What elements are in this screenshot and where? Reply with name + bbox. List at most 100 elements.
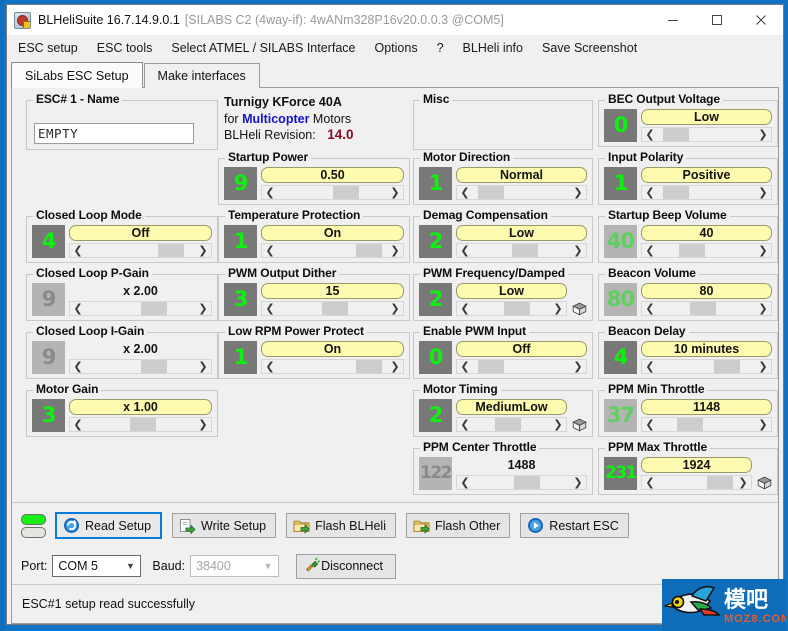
menu-esc-setup[interactable]: ESC setup xyxy=(18,41,78,55)
menu-select-interface[interactable]: Select ATMEL / SILABS Interface xyxy=(171,41,355,55)
slider-left-arrow-icon[interactable]: ❮ xyxy=(642,475,658,490)
slider-track[interactable] xyxy=(278,243,387,258)
setting-slider[interactable]: ❮ ❯ xyxy=(261,184,404,200)
slider-thumb[interactable] xyxy=(513,475,540,490)
slider-thumb[interactable] xyxy=(662,127,689,142)
slider-right-arrow-icon[interactable]: ❯ xyxy=(195,359,211,374)
slider-thumb[interactable] xyxy=(477,359,504,374)
setting-slider[interactable]: ❮ ❯ xyxy=(69,416,212,432)
slider-right-arrow-icon[interactable]: ❯ xyxy=(755,417,771,432)
slider-left-arrow-icon[interactable]: ❮ xyxy=(70,243,86,258)
slider-track[interactable] xyxy=(658,127,755,142)
slider-track[interactable] xyxy=(86,243,195,258)
slider-track[interactable] xyxy=(86,301,195,316)
slider-track[interactable] xyxy=(278,301,387,316)
slider-thumb[interactable] xyxy=(679,243,706,258)
menu-save-screenshot[interactable]: Save Screenshot xyxy=(542,41,637,55)
slider-track[interactable] xyxy=(86,417,195,432)
slider-left-arrow-icon[interactable]: ❮ xyxy=(262,185,278,200)
setting-slider[interactable]: ❮ ❯ xyxy=(641,184,772,200)
menu-blheli-info[interactable]: BLHeli info xyxy=(463,41,523,55)
slider-track[interactable] xyxy=(278,185,387,200)
slider-left-arrow-icon[interactable]: ❮ xyxy=(457,359,473,374)
slider-thumb[interactable] xyxy=(332,185,359,200)
slider-thumb[interactable] xyxy=(714,359,741,374)
slider-left-arrow-icon[interactable]: ❮ xyxy=(457,301,473,316)
slider-right-arrow-icon[interactable]: ❯ xyxy=(570,185,586,200)
slider-track[interactable] xyxy=(473,359,570,374)
cube-icon[interactable] xyxy=(570,415,589,433)
slider-right-arrow-icon[interactable]: ❯ xyxy=(755,127,771,142)
setting-slider[interactable]: ❮ ❯ xyxy=(261,242,404,258)
flash-other-button[interactable]: Flash Other xyxy=(405,513,511,538)
setting-slider[interactable]: ❮ ❯ xyxy=(456,358,587,374)
slider-right-arrow-icon[interactable]: ❯ xyxy=(195,417,211,432)
slider-left-arrow-icon[interactable]: ❮ xyxy=(70,359,86,374)
menu-options[interactable]: Options xyxy=(374,41,417,55)
slider-right-arrow-icon[interactable]: ❯ xyxy=(755,301,771,316)
slider-right-arrow-icon[interactable]: ❯ xyxy=(195,301,211,316)
slider-left-arrow-icon[interactable]: ❮ xyxy=(70,301,86,316)
setting-slider[interactable]: ❮ ❯ xyxy=(641,416,772,432)
slider-left-arrow-icon[interactable]: ❮ xyxy=(457,417,473,432)
slider-left-arrow-icon[interactable]: ❮ xyxy=(262,243,278,258)
slider-track[interactable] xyxy=(473,475,570,490)
slider-left-arrow-icon[interactable]: ❮ xyxy=(642,417,658,432)
slider-right-arrow-icon[interactable]: ❯ xyxy=(387,243,403,258)
chevron-down-icon[interactable]: ▼ xyxy=(258,556,278,576)
slider-left-arrow-icon[interactable]: ❮ xyxy=(262,301,278,316)
port-select[interactable]: COM 5 ▼ xyxy=(52,555,142,577)
restart-esc-button[interactable]: Restart ESC xyxy=(520,513,629,538)
slider-track[interactable] xyxy=(658,417,755,432)
setting-slider[interactable]: ❮ ❯ xyxy=(261,358,404,374)
slider-right-arrow-icon[interactable]: ❯ xyxy=(755,185,771,200)
setting-slider[interactable]: ❮ ❯ xyxy=(456,300,567,316)
slider-left-arrow-icon[interactable]: ❮ xyxy=(642,185,658,200)
slider-track[interactable] xyxy=(473,417,550,432)
esc-name-input[interactable]: EMPTY xyxy=(34,123,194,144)
slider-track[interactable] xyxy=(473,301,550,316)
setting-slider[interactable]: ❮ ❯ xyxy=(641,126,772,142)
slider-thumb[interactable] xyxy=(129,417,156,432)
slider-left-arrow-icon[interactable]: ❮ xyxy=(642,243,658,258)
read-setup-button[interactable]: Read Setup xyxy=(55,512,163,539)
slider-right-arrow-icon[interactable]: ❯ xyxy=(550,301,566,316)
slider-right-arrow-icon[interactable]: ❯ xyxy=(387,301,403,316)
chevron-down-icon[interactable]: ▼ xyxy=(120,556,140,576)
slider-thumb[interactable] xyxy=(690,301,716,316)
slider-right-arrow-icon[interactable]: ❯ xyxy=(755,243,771,258)
slider-right-arrow-icon[interactable]: ❯ xyxy=(387,185,403,200)
slider-track[interactable] xyxy=(473,185,570,200)
setting-slider[interactable]: ❮ ❯ xyxy=(69,358,212,374)
cube-icon[interactable] xyxy=(570,299,589,317)
menu-esc-tools[interactable]: ESC tools xyxy=(97,41,153,55)
menu-help[interactable]: ? xyxy=(437,41,444,55)
setting-slider[interactable]: ❮ ❯ xyxy=(456,474,587,490)
slider-track[interactable] xyxy=(278,359,387,374)
slider-track[interactable] xyxy=(658,359,755,374)
disconnect-button[interactable]: Disconnect xyxy=(296,553,396,579)
slider-thumb[interactable] xyxy=(157,243,184,258)
slider-right-arrow-icon[interactable]: ❯ xyxy=(550,417,566,432)
slider-thumb[interactable] xyxy=(356,359,383,374)
baud-select[interactable]: 38400 ▼ xyxy=(190,555,280,577)
slider-right-arrow-icon[interactable]: ❯ xyxy=(570,243,586,258)
slider-track[interactable] xyxy=(86,359,195,374)
tab-silabs-esc-setup[interactable]: SiLabs ESC Setup xyxy=(11,62,143,88)
slider-left-arrow-icon[interactable]: ❮ xyxy=(457,475,473,490)
slider-thumb[interactable] xyxy=(707,475,734,490)
slider-thumb[interactable] xyxy=(677,417,704,432)
slider-right-arrow-icon[interactable]: ❯ xyxy=(570,359,586,374)
slider-right-arrow-icon[interactable]: ❯ xyxy=(387,359,403,374)
slider-thumb[interactable] xyxy=(494,417,521,432)
slider-thumb[interactable] xyxy=(321,301,348,316)
slider-left-arrow-icon[interactable]: ❮ xyxy=(642,359,658,374)
slider-left-arrow-icon[interactable]: ❮ xyxy=(642,301,658,316)
flash-blheli-button[interactable]: Flash BLHeli xyxy=(286,513,396,538)
slider-thumb[interactable] xyxy=(356,243,383,258)
slider-left-arrow-icon[interactable]: ❮ xyxy=(457,185,473,200)
slider-thumb[interactable] xyxy=(477,185,504,200)
slider-right-arrow-icon[interactable]: ❯ xyxy=(755,359,771,374)
setting-slider[interactable]: ❮ ❯ xyxy=(641,358,772,374)
slider-thumb[interactable] xyxy=(140,301,167,316)
